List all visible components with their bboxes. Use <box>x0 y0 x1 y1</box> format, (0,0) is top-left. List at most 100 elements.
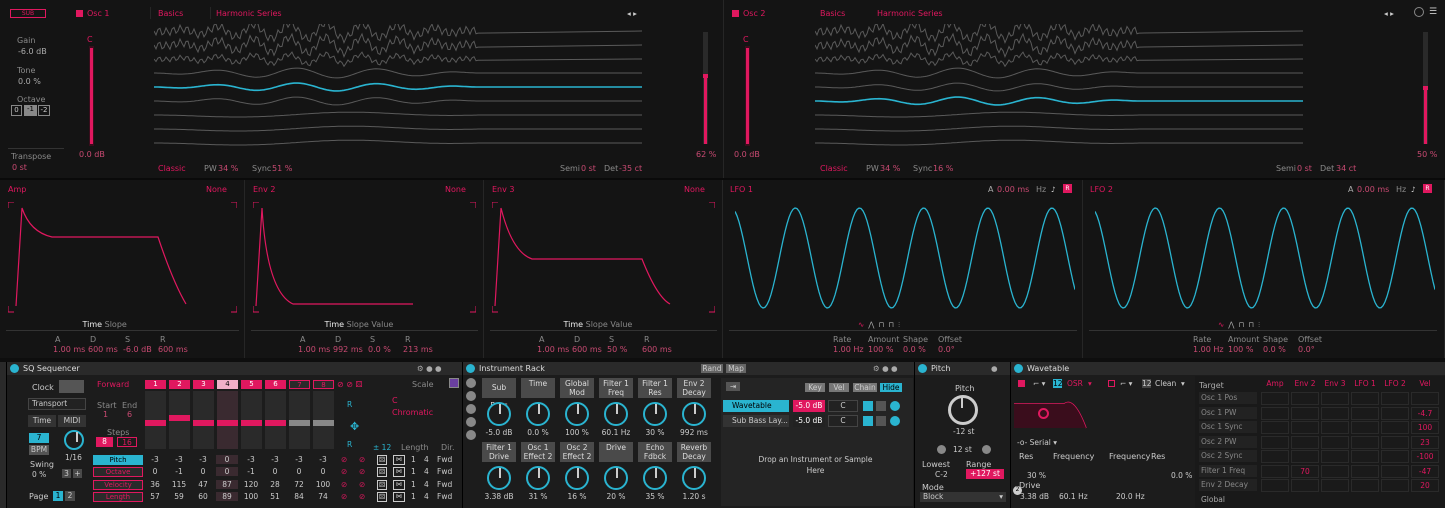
env-param-value[interactable]: 0.0 % <box>368 345 391 354</box>
rack-power-icon[interactable] <box>466 364 475 373</box>
osc2-det-value[interactable]: 34 ct <box>1336 164 1356 173</box>
menu-icon[interactable]: ☰ <box>1429 7 1437 17</box>
pitch-power-icon[interactable] <box>918 364 927 373</box>
lfo-unit[interactable]: Hz <box>1396 185 1406 194</box>
env-param-value[interactable]: 1.00 ms <box>298 345 330 354</box>
macro-knob[interactable] <box>643 466 667 490</box>
range-value[interactable]: +127 st <box>966 469 1004 479</box>
macro-label[interactable]: Env 2 Decay <box>677 378 711 398</box>
matrix-cell[interactable] <box>1351 435 1379 449</box>
osc2-pw-value[interactable]: 34 % <box>880 164 900 173</box>
direction-select[interactable]: Forward <box>97 380 129 389</box>
lfo-param-value[interactable]: 100 % <box>868 345 893 354</box>
env-param-value[interactable]: 600 ms <box>158 345 188 354</box>
matrix-cell[interactable] <box>1381 406 1409 420</box>
r-button-1[interactable]: R <box>347 400 352 409</box>
matrix-cell[interactable] <box>1261 464 1289 478</box>
nav-arrows-icon[interactable]: ✥ <box>350 420 359 433</box>
env-param-value[interactable]: 1.00 ms <box>53 345 85 354</box>
row-fwd[interactable]: Fwd <box>437 492 452 501</box>
row-link-icon[interactable]: ⋈ <box>393 467 405 478</box>
osc1-toggle[interactable] <box>76 10 83 17</box>
row-random-icon[interactable]: ⊘ <box>359 455 365 464</box>
matrix-cell[interactable] <box>1381 392 1409 405</box>
matrix-cell[interactable] <box>1291 406 1319 420</box>
lfo-param-value[interactable]: 0.0 % <box>1263 345 1286 354</box>
row-fwd[interactable]: Fwd <box>437 480 452 489</box>
osc2-nav-icon[interactable]: ◂ ▸ <box>1384 9 1394 18</box>
matrix-cell[interactable] <box>1351 392 1379 405</box>
lfo-res-value[interactable]: 0.0 % <box>1171 471 1192 480</box>
chain-button[interactable]: Chain <box>853 383 877 392</box>
r-button-2[interactable]: R <box>347 440 352 449</box>
macro-knob[interactable] <box>565 402 589 426</box>
matrix-target[interactable]: Osc 2 PW <box>1199 435 1257 448</box>
filter-handle[interactable] <box>1038 408 1049 419</box>
scale-name[interactable]: Chromatic <box>392 408 433 417</box>
env-param-value[interactable]: 992 ms <box>333 345 363 354</box>
chain-pan[interactable]: C <box>828 400 858 412</box>
sub-badge[interactable]: SUB <box>10 9 46 18</box>
env-param-value[interactable]: 1.00 ms <box>537 345 569 354</box>
matrix-cell[interactable] <box>1351 464 1379 478</box>
matrix-cell[interactable] <box>1321 464 1349 478</box>
lfo-attack[interactable]: 0.00 ms <box>1357 185 1389 194</box>
osc2-category[interactable]: Basics <box>820 9 845 18</box>
drop-zone[interactable]: Drop an Instrument or Sample Here <box>753 454 878 476</box>
env-param-value[interactable]: 213 ms <box>403 345 433 354</box>
env-param-value[interactable]: -6.0 dB <box>123 345 152 354</box>
row-value[interactable]: -3 <box>240 455 262 464</box>
row-dir[interactable]: 4 <box>424 492 429 501</box>
row-random-icon[interactable]: ⊘ <box>359 480 365 489</box>
chain-speaker-icon[interactable] <box>863 416 873 426</box>
macro-label[interactable]: Filter 1 Drive <box>482 442 516 462</box>
rack-title-icons[interactable]: ⚙ ● ● <box>873 364 898 373</box>
row-value[interactable]: 60 <box>192 492 214 501</box>
osc1-det-value[interactable]: -35 ct <box>619 164 642 173</box>
row-dice-icon[interactable]: ⚄ <box>377 467 387 478</box>
matrix-vel-value[interactable]: 100 <box>1411 423 1439 432</box>
macro-label[interactable]: Reverb Decay <box>677 442 711 462</box>
row-length[interactable]: 1 <box>411 467 416 476</box>
hot-swap-icon[interactable] <box>1414 7 1424 17</box>
lfo-waveform[interactable] <box>735 200 1075 318</box>
envelope-graph[interactable] <box>492 202 715 314</box>
filter-num-1[interactable]: 12 <box>1053 379 1063 388</box>
matrix-target[interactable]: Osc 1 Sync <box>1199 421 1257 433</box>
clean-label[interactable]: Clean <box>1155 379 1176 388</box>
filter-toggle[interactable] <box>1018 380 1025 387</box>
step-number[interactable]: 8 <box>313 380 334 389</box>
filter-response-display[interactable] <box>1014 390 1100 430</box>
macro-knob[interactable] <box>526 402 550 426</box>
env-tabs[interactable]: Time Slope Value <box>564 320 633 329</box>
matrix-cell[interactable] <box>1261 392 1289 405</box>
step-column[interactable] <box>265 391 286 449</box>
env-param-value[interactable]: 600 ms <box>88 345 118 354</box>
row-dir[interactable]: 4 <box>424 467 429 476</box>
osc2-position-slider[interactable] <box>1423 32 1428 144</box>
rand-button[interactable]: Rand <box>701 364 723 373</box>
filter-num-2[interactable]: 12 <box>1142 379 1152 388</box>
matrix-target[interactable]: Filter 1 Freq <box>1199 464 1257 477</box>
envelope-graph[interactable] <box>8 202 237 314</box>
lfo-retrigger-icon[interactable]: R <box>1423 184 1432 193</box>
macro-label[interactable]: Osc 2 Effect 2 <box>560 442 594 462</box>
osc1-sync-value[interactable]: 51 % <box>272 164 292 173</box>
step-number[interactable]: 3 <box>193 380 214 389</box>
row-value[interactable]: 100 <box>312 480 334 489</box>
row-random-icon[interactable]: ⊘ <box>359 492 365 501</box>
row-value[interactable]: -3 <box>192 455 214 464</box>
macro-label[interactable]: Sub Bass <box>482 378 516 410</box>
matrix-cell[interactable] <box>1291 479 1319 492</box>
env-param-value[interactable]: 50 % <box>607 345 627 354</box>
sq-title-icons[interactable]: ⚙ ● ● <box>417 364 442 373</box>
step-number[interactable]: 7 <box>289 380 310 389</box>
step-number[interactable]: 4 <box>217 380 238 389</box>
env-tabs[interactable]: Time Slope <box>83 320 127 329</box>
lfo-retrigger-icon[interactable]: R <box>1063 184 1072 193</box>
env-mode[interactable]: None <box>684 185 705 194</box>
matrix-target[interactable]: Osc 2 Sync <box>1199 450 1257 462</box>
row-velocity[interactable]: Velocity <box>93 479 143 490</box>
matrix-target[interactable]: Global <box>1199 494 1257 506</box>
row-mute-icon[interactable]: ⊘ <box>341 492 347 501</box>
